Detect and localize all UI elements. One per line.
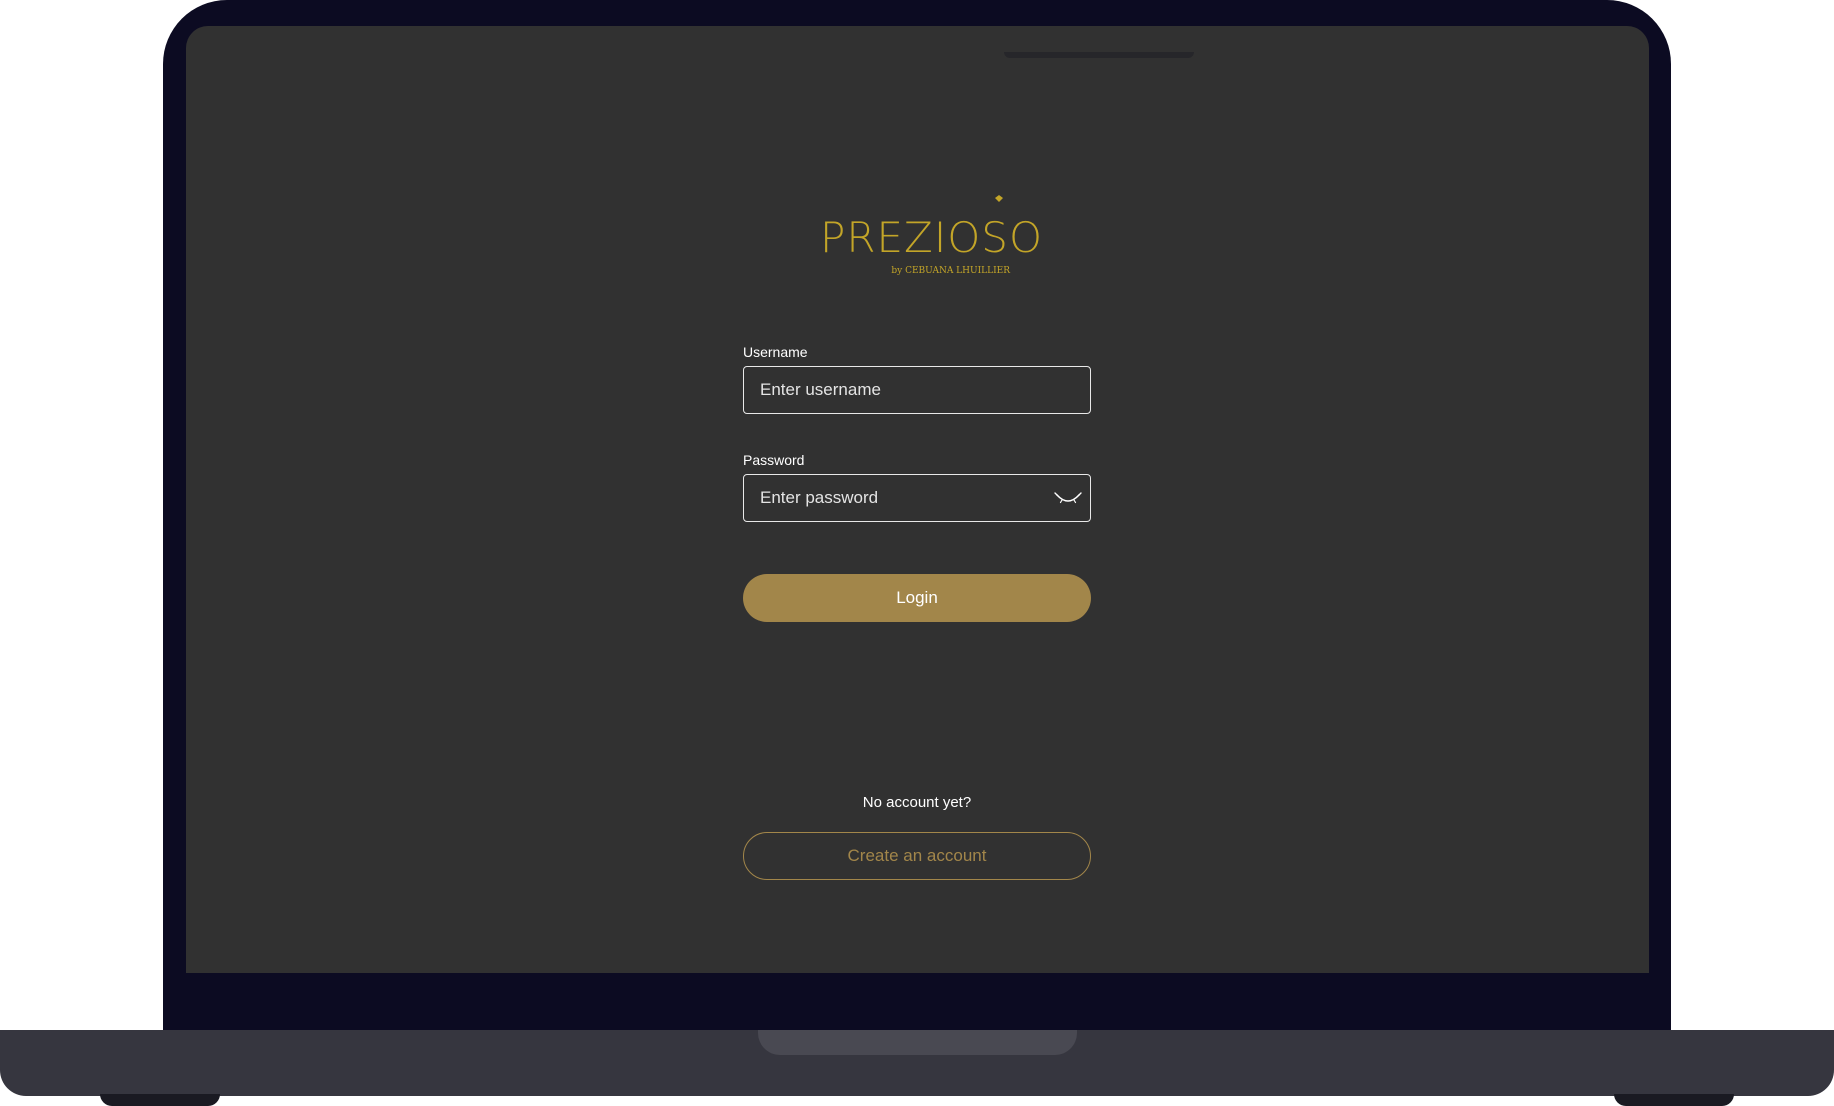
brand-wordmark-main: PREZIOS [820,213,1009,262]
password-field-wrap [743,474,1091,522]
no-account-prompt: No account yet? [862,794,972,811]
ring-icon [995,195,1003,202]
camera-notch [1004,52,1194,58]
login-screen: PREZIOSO by CEBUANA LHUILLIER Username P… [186,26,1649,973]
brand-logo: PREZIOSO by CEBUANA LHUILLIER [820,194,1042,284]
brand-wordmark-last: O [1008,213,1043,262]
create-account-button[interactable]: Create an account [743,832,1091,880]
brand-subtitle: by CEBUANA LHUILLIER [891,266,1010,276]
laptop-foot-left [100,1094,220,1106]
username-field-wrap [743,366,1091,414]
username-label: Username [743,344,808,360]
login-form: Username Password Login [743,344,1093,622]
password-label: Password [743,452,805,468]
laptop-foot-right [1614,1094,1734,1106]
laptop-base-notch [758,1030,1077,1055]
laptop-mockup: PREZIOSO by CEBUANA LHUILLIER Username P… [0,0,1834,1106]
password-input[interactable] [744,475,1090,521]
brand-wordmark: PREZIOSO [820,213,1042,262]
eye-closed-icon[interactable] [1054,487,1082,509]
username-input[interactable] [744,367,1090,413]
login-button[interactable]: Login [743,574,1091,622]
